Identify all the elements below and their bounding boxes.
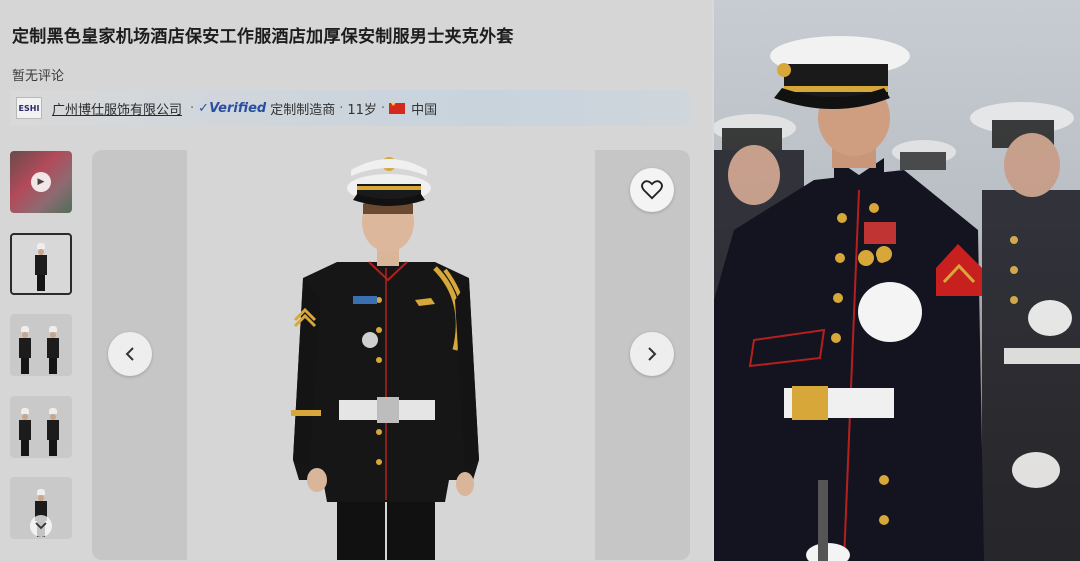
chevron-right-icon	[648, 347, 657, 361]
thumbnail-image[interactable]	[10, 233, 72, 295]
thumbnail-image[interactable]	[10, 314, 72, 376]
verified-check-icon: ✓	[198, 100, 210, 116]
thumbnail-video[interactable]: ▶	[10, 151, 72, 213]
product-image-carousel[interactable]	[92, 150, 690, 560]
marines-dress-uniform-photo	[714, 36, 1080, 561]
heart-icon	[641, 180, 663, 200]
product-title: 定制黑色皇家机场酒店保安工作服酒店加厚保安制服男士夹克外套	[12, 27, 514, 47]
separator-dot: ·	[380, 100, 386, 116]
comparison-photo	[714, 0, 1080, 561]
verified-badge[interactable]: ✓Verified	[198, 101, 266, 116]
supplier-logo[interactable]: ESHI	[16, 97, 42, 119]
thumbnail-figure	[18, 326, 32, 374]
favorite-button[interactable]	[630, 168, 674, 212]
main-product-image	[187, 150, 595, 560]
uniform-model-illustration	[291, 157, 479, 560]
play-icon: ▶	[31, 172, 51, 192]
supplier-bar: ESHI 广州博仕服饰有限公司 · ✓Verified 定制制造商 · 11岁 …	[10, 90, 690, 126]
separator-dot: ·	[339, 100, 344, 116]
supplier-type: 定制制造商	[270, 102, 336, 118]
supplier-years: 11岁	[347, 102, 377, 118]
carousel-prev-button[interactable]	[108, 332, 152, 376]
thumbnail-image[interactable]	[10, 396, 72, 458]
verified-label: Verified	[209, 100, 267, 116]
carousel-next-button[interactable]	[630, 332, 674, 376]
china-flag-icon	[389, 100, 406, 114]
product-panel: 定制黑色皇家机场酒店保安工作服酒店加厚保安制服男士夹克外套 暂无评论 ESHI …	[0, 0, 712, 561]
thumbnail-figure	[34, 243, 48, 291]
supplier-country: 中国	[411, 102, 438, 118]
supplier-company-link[interactable]: 广州博仕服饰有限公司	[52, 99, 182, 118]
chevron-left-icon	[125, 347, 134, 361]
reviews-status[interactable]: 暂无评论	[12, 65, 64, 84]
thumbnail-figure	[46, 326, 60, 374]
thumbnail-figure	[46, 408, 60, 456]
thumbnail-figure	[18, 408, 32, 456]
chevron-down-icon[interactable]	[30, 515, 52, 537]
separator-dot: ·	[190, 100, 195, 116]
page: 定制黑色皇家机场酒店保安工作服酒店加厚保安制服男士夹克外套 暂无评论 ESHI …	[0, 0, 1080, 561]
